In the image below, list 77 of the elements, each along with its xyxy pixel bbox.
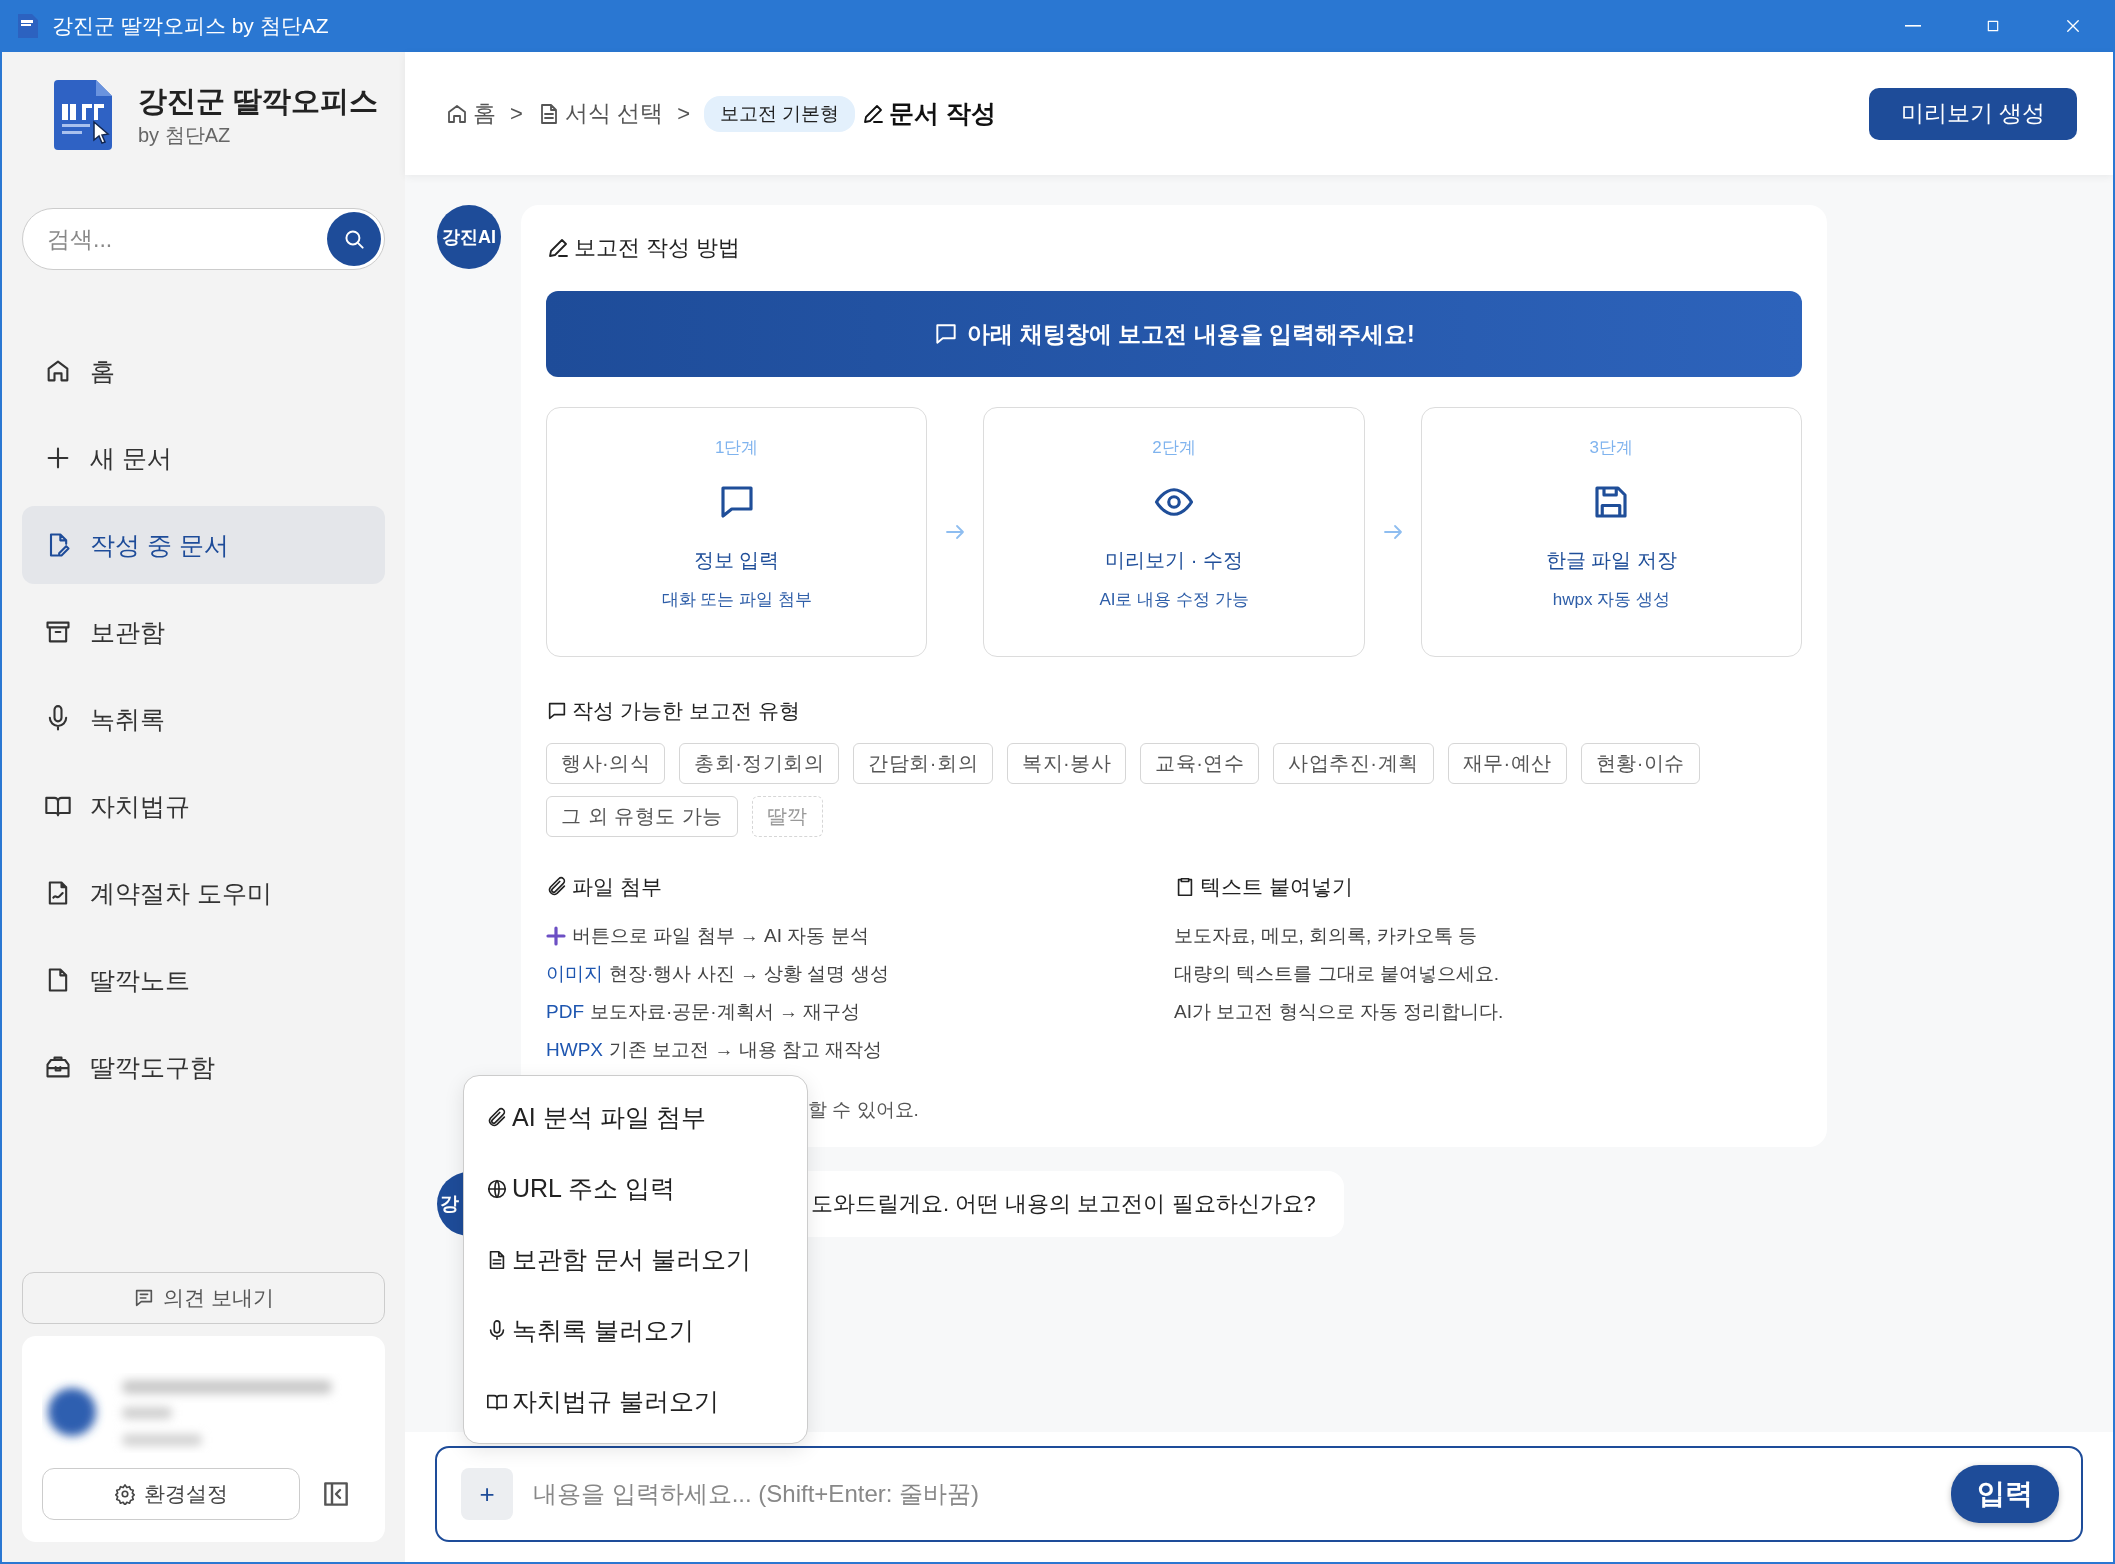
app-logo-icon [54,80,112,150]
plus-icon [546,926,566,946]
menu-item[interactable]: AI 분석 파일 첨부 [464,1082,807,1153]
report-type-tag: 현황·이슈 [1580,743,1700,784]
search-field[interactable]: 검색... [22,208,385,270]
sidebar-item[interactable]: 자치법규 [22,767,385,845]
file-type-label: 이미지 [546,962,603,986]
message-field[interactable]: + 내용을 입력하세요... (Shift+Enter: 줄바꿈) 입력 [435,1446,2083,1542]
report-type-tag: 간담회·회의 [853,743,993,784]
message-text: 도와드릴게요. 어떤 내용의 보고전이 필요하신가요? [811,1191,1316,1216]
step-number: 1단계 [714,437,759,459]
step-description: 대화 또는 파일 첨부 [661,589,812,611]
tip-text: 보도자료, 메모, 회의록, 카카오톡 등 [1174,924,1477,948]
step-title: 미리보기 · 수정 [1105,548,1243,573]
settings-button[interactable]: 환경설정 [42,1468,300,1520]
paperclip-icon [546,876,568,898]
sidebar-item[interactable]: 딸깍노트 [22,941,385,1019]
close-icon [2064,17,2082,35]
report-type-tag: 사업추진·계획 [1273,743,1434,784]
section-title: 텍스트 붙여넣기 [1174,873,1802,901]
report-type-tag: 딸깍 [751,796,823,837]
tip-text: 현장·행사 사진 → 상황 설명 생성 [609,962,889,986]
tip-text: 보도자료·공문·계획서 → 재구성 [590,1000,861,1024]
globe-icon [486,1177,508,1200]
minimize-icon [1905,25,1921,27]
step-description: AI로 내용 수정 가능 [1099,589,1249,611]
breadcrumb-separator: > [510,100,523,127]
sidebar-item[interactable]: 딸깍도구함 [22,1028,385,1106]
app-name: 강진군 딸깍오피스 [138,83,379,119]
sidebar-item[interactable]: 보관함 [22,593,385,671]
sidebar-item[interactable]: 새 문서 [22,419,385,497]
step-title: 정보 입력 [693,548,780,573]
app-byline: by 첨단AZ [138,122,232,148]
send-button[interactable]: 입력 [1951,1465,2059,1523]
step-title: 한글 파일 저장 [1545,548,1677,573]
attach-button[interactable]: + [461,1468,513,1520]
breadcrumb-link[interactable]: 홈 [445,98,496,129]
sidebar-item[interactable]: 홈 [22,332,385,410]
instruction-banner: 아래 채팅창에 보고전 내용을 입력해주세요! [546,291,1802,377]
tip-text: AI가 보고전 형식으로 자동 정리합니다. [1174,1000,1504,1024]
report-type-tag: 재무·예산 [1447,743,1567,784]
app-logo-icon [18,14,38,38]
template-tag: 보고전 기본형 [704,95,856,132]
menu-item[interactable]: 녹취록 불러오기 [464,1295,807,1366]
settings-icon [114,1483,136,1505]
sidebar-item[interactable]: 작성 중 문서 [22,506,385,584]
step-description: hwpx 자동 생성 [1552,589,1670,611]
step-number: 2단계 [1152,437,1196,459]
paperclip-icon [486,1106,508,1129]
assistant-avatar: 강진AI [437,205,501,269]
speech-bubble-icon [546,700,568,722]
pencil-icon [546,236,570,260]
breadcrumb-link[interactable]: 서식 선택 [536,98,664,129]
window-title: 강진군 딸깍오피스 by 첨단AZ [52,13,329,39]
guide-title: 보고전 작성 방법 [546,233,1802,263]
current-page-title: 문서 작성 [861,97,997,130]
report-type-tag: 행사·의식 [546,743,666,784]
report-type-tag: 그 외 유형도 가능 [546,796,738,837]
report-type-tag: 교육·연수 [1140,743,1260,784]
tip-text: 기존 보고전 → 내용 참고 재작성 [609,1038,883,1062]
maximize-icon [1985,18,2001,34]
section-title: 작성 가능한 보고전 유형 [546,697,1802,725]
report-type-tag: 복지·봉사 [1007,743,1127,784]
tip-text: 대량의 텍스트를 그대로 붙여넣으세요. [1174,962,1500,986]
file-type-label: HWPX [546,1039,603,1061]
tip-text: 버튼으로 파일 첨부 → AI 자동 분석 [572,924,869,948]
file-type-label: PDF [546,1001,584,1023]
sidebar-item[interactable]: 계약절차 도우미 [22,854,385,932]
breadcrumb-separator: > [677,100,691,127]
report-type-tag: 총회·정기회의 [679,743,840,784]
section-title: 파일 첨부 [546,873,1174,901]
preview-button[interactable]: 미리보기 생성 [1868,87,2077,140]
menu-item[interactable]: 자치법규 불러오기 [464,1366,807,1437]
step-number: 3단계 [1589,437,1634,459]
sidebar-item[interactable]: 녹취록 [22,680,385,758]
feedback-button[interactable]: 의견 보내기 [22,1272,385,1324]
note-text: 할 수 있어요. [808,1098,919,1122]
